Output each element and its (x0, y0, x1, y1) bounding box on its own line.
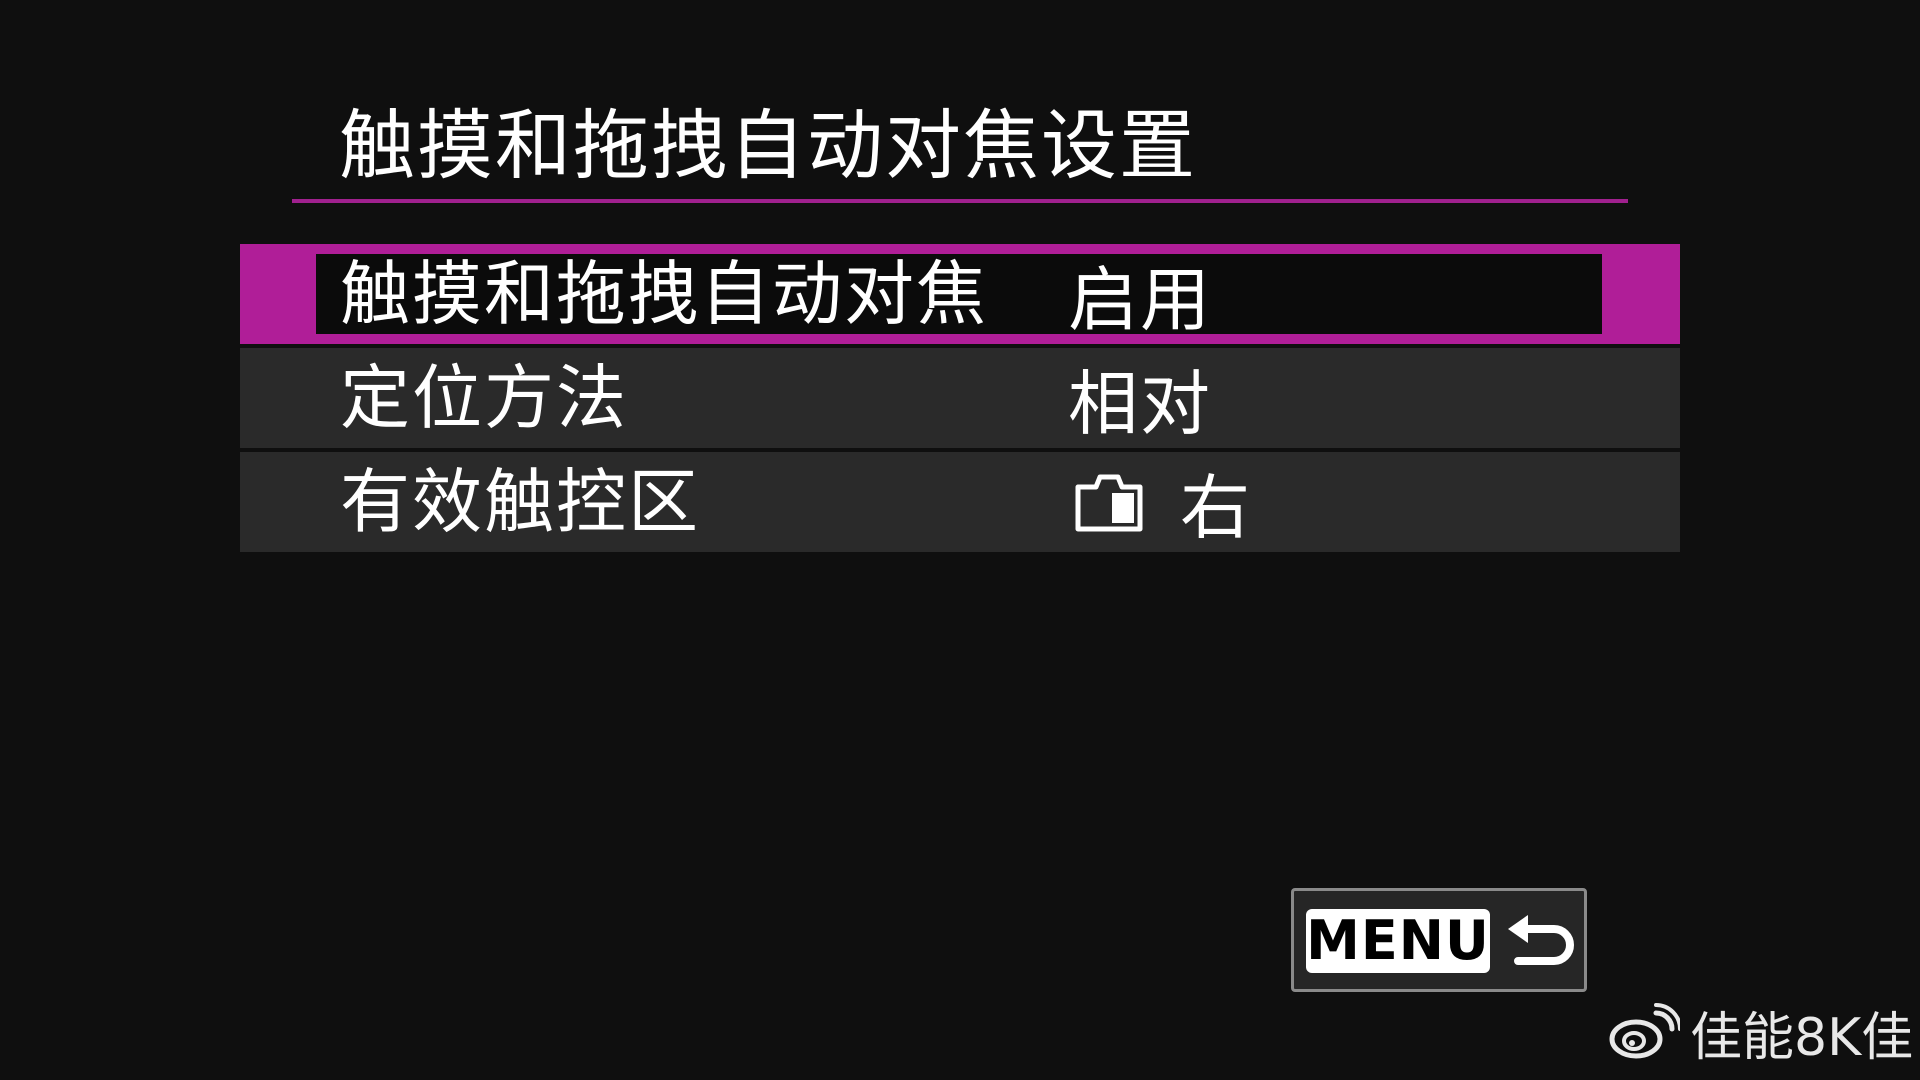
title-divider (292, 199, 1628, 203)
menu-item-value-text: 相对 (1068, 362, 1212, 445)
page-title: 触摸和拖拽自动对焦设置 (339, 101, 1197, 190)
menu-item-value: 右 (1068, 452, 1252, 552)
menu-item-touch-drag-af[interactable]: 触摸和拖拽自动对焦 启用 (240, 244, 1680, 344)
camera-body-icon (1075, 474, 1143, 532)
watermark: 佳能8K佳 (1608, 1000, 1913, 1068)
menu-item-value-text: 右 (1180, 466, 1252, 549)
weibo-icon (1609, 1003, 1680, 1059)
menu-item-value: 启用 (1068, 244, 1212, 344)
watermark-text: 佳能8K佳 (1690, 1007, 1914, 1068)
menu-item-positioning-method[interactable]: 定位方法 相对 (240, 348, 1680, 448)
menu-back-button[interactable]: MENU (1291, 888, 1587, 992)
settings-menu-list: 触摸和拖拽自动对焦 启用 定位方法 相对 有效触控区 右 (240, 244, 1680, 556)
menu-item-label: 有效触控区 (340, 461, 700, 543)
menu-item-label: 触摸和拖拽自动对焦 (340, 253, 988, 335)
menu-item-value-text: 启用 (1068, 258, 1212, 341)
return-arrow-icon (1508, 915, 1574, 965)
menu-label: MENU (1306, 909, 1490, 973)
menu-item-active-touch-area[interactable]: 有效触控区 右 (240, 452, 1680, 552)
menu-item-label: 定位方法 (340, 357, 628, 439)
menu-item-value: 相对 (1068, 348, 1212, 448)
